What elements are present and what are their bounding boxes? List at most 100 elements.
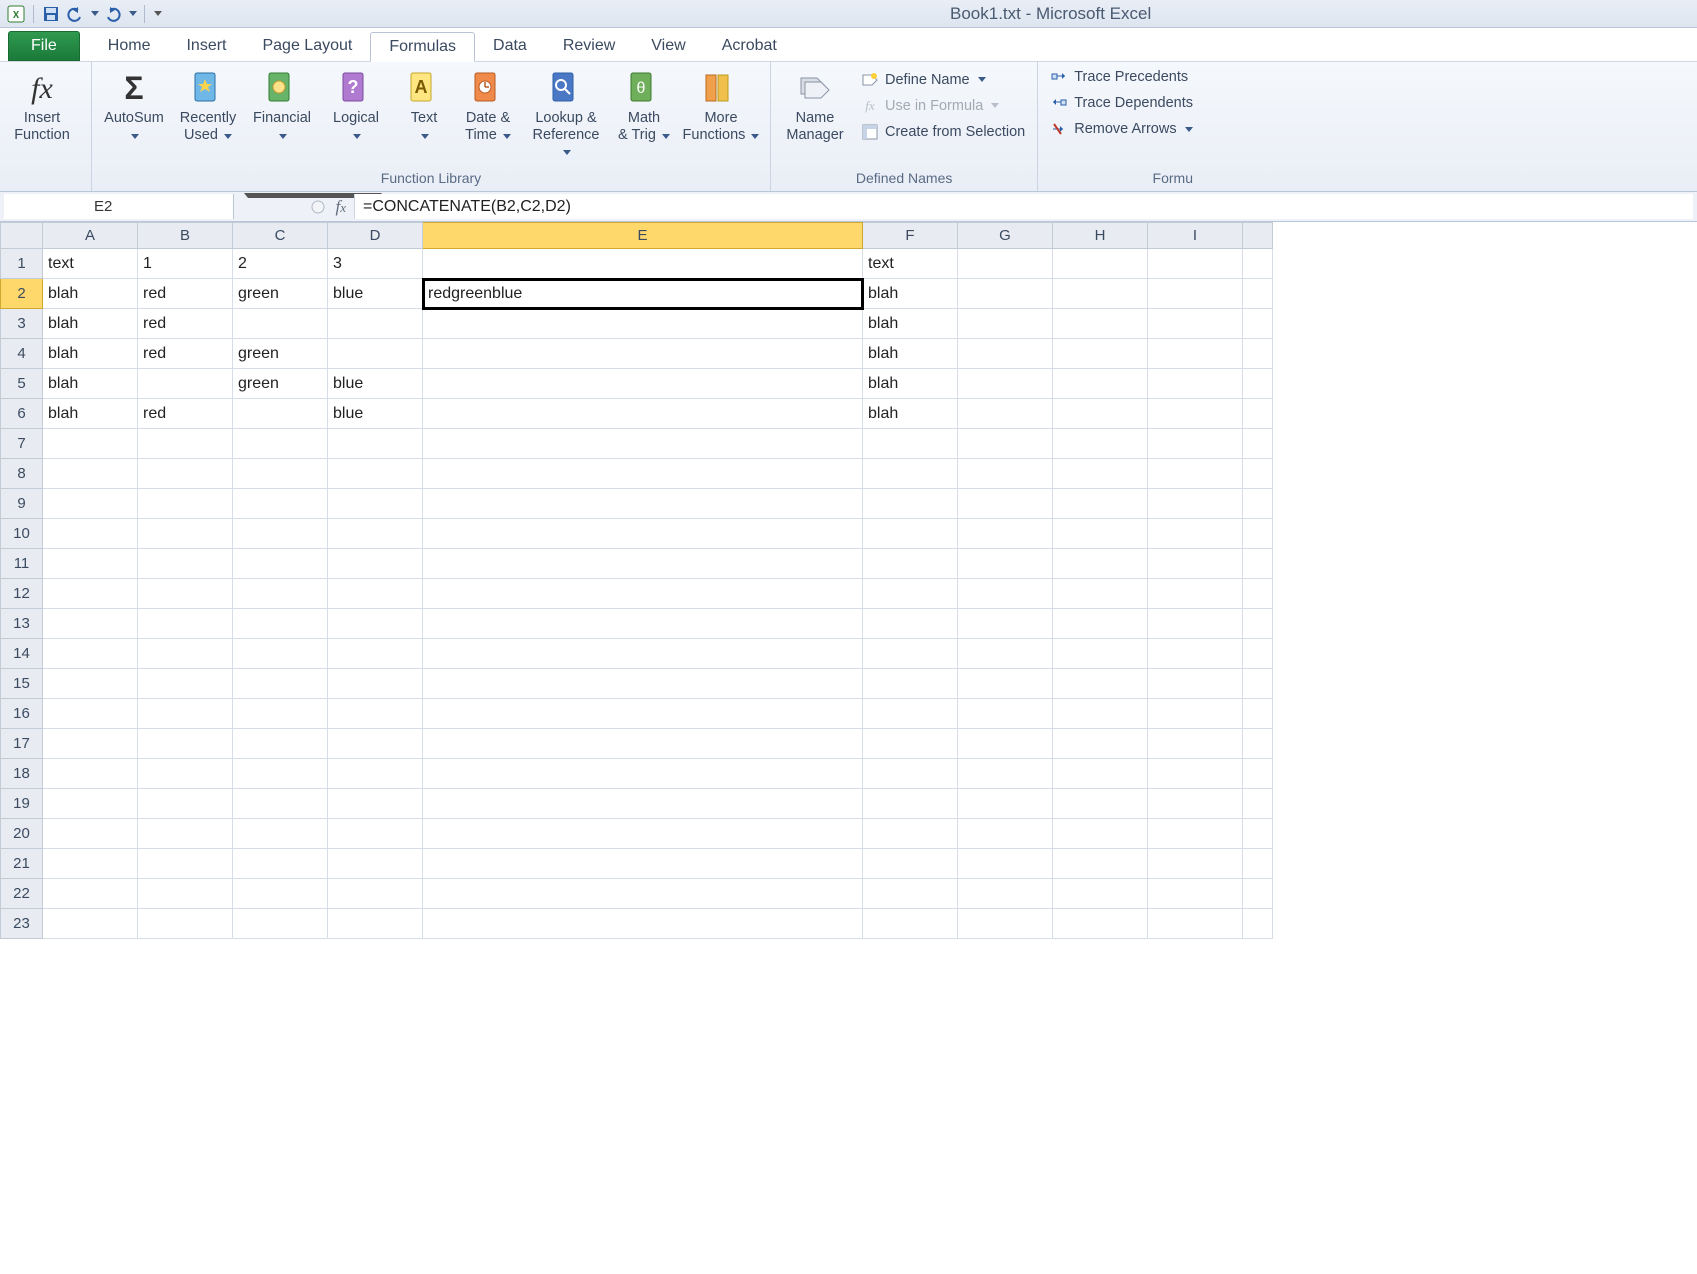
cell[interactable] xyxy=(958,459,1053,489)
cell[interactable] xyxy=(1148,819,1243,849)
math-trig-button[interactable]: θ Math & Trig xyxy=(614,66,674,145)
cell[interactable]: green xyxy=(233,369,328,399)
cell[interactable] xyxy=(423,729,863,759)
cell[interactable] xyxy=(138,699,233,729)
cell[interactable] xyxy=(233,609,328,639)
more-functions-button[interactable]: More Functions xyxy=(680,66,762,145)
cell[interactable] xyxy=(958,369,1053,399)
cell[interactable]: red xyxy=(138,279,233,309)
cell[interactable] xyxy=(1053,879,1148,909)
column-header[interactable]: B xyxy=(138,223,233,249)
cell[interactable] xyxy=(1148,489,1243,519)
cell[interactable] xyxy=(423,699,863,729)
cell[interactable] xyxy=(233,699,328,729)
cell[interactable] xyxy=(1053,459,1148,489)
cell[interactable] xyxy=(43,849,138,879)
cell[interactable] xyxy=(43,789,138,819)
cell[interactable] xyxy=(138,759,233,789)
cell[interactable] xyxy=(1053,789,1148,819)
tab-insert[interactable]: Insert xyxy=(168,31,244,61)
cell[interactable]: blah xyxy=(43,309,138,339)
cell[interactable]: blue xyxy=(328,369,423,399)
cell[interactable] xyxy=(43,819,138,849)
cell[interactable] xyxy=(1053,489,1148,519)
cell[interactable] xyxy=(958,819,1053,849)
cell[interactable] xyxy=(328,309,423,339)
recently-used-button[interactable]: Recently Used xyxy=(174,66,242,145)
tab-formulas[interactable]: Formulas xyxy=(370,32,475,62)
cell[interactable] xyxy=(328,339,423,369)
cell[interactable] xyxy=(863,429,958,459)
cell[interactable] xyxy=(1243,549,1273,579)
cell[interactable] xyxy=(423,429,863,459)
cell[interactable] xyxy=(1148,429,1243,459)
cell[interactable] xyxy=(138,369,233,399)
formula-circle-icon[interactable] xyxy=(309,198,327,216)
cell[interactable] xyxy=(863,759,958,789)
cell[interactable] xyxy=(958,339,1053,369)
cell[interactable] xyxy=(1053,639,1148,669)
cell[interactable] xyxy=(1148,609,1243,639)
cell[interactable] xyxy=(863,579,958,609)
cell[interactable] xyxy=(138,819,233,849)
cell[interactable]: blah xyxy=(43,279,138,309)
cell[interactable] xyxy=(138,609,233,639)
cell[interactable] xyxy=(328,909,423,939)
cell[interactable] xyxy=(233,579,328,609)
row-header[interactable]: 21 xyxy=(1,849,43,879)
cell[interactable]: red xyxy=(138,339,233,369)
cell[interactable] xyxy=(1243,789,1273,819)
cell[interactable] xyxy=(958,789,1053,819)
cell[interactable] xyxy=(1243,579,1273,609)
cell[interactable] xyxy=(233,309,328,339)
row-header[interactable]: 16 xyxy=(1,699,43,729)
row-header[interactable]: 19 xyxy=(1,789,43,819)
cell[interactable] xyxy=(1243,699,1273,729)
cell[interactable] xyxy=(958,279,1053,309)
cell[interactable] xyxy=(423,609,863,639)
cell[interactable] xyxy=(138,879,233,909)
cell[interactable] xyxy=(1148,399,1243,429)
trace-dependents-button[interactable]: Trace Dependents xyxy=(1046,92,1197,114)
cell[interactable] xyxy=(1148,279,1243,309)
cell[interactable]: blue xyxy=(328,399,423,429)
cell[interactable] xyxy=(958,309,1053,339)
cell[interactable] xyxy=(958,669,1053,699)
cell[interactable] xyxy=(233,729,328,759)
cell[interactable] xyxy=(1148,249,1243,279)
autosum-button[interactable]: Σ AutoSum xyxy=(100,66,168,145)
cell[interactable] xyxy=(328,489,423,519)
column-header[interactable]: I xyxy=(1148,223,1243,249)
lookup-reference-button[interactable]: Lookup & Reference xyxy=(524,66,608,162)
cell[interactable] xyxy=(958,249,1053,279)
cell[interactable] xyxy=(328,429,423,459)
cell[interactable] xyxy=(138,669,233,699)
cell[interactable] xyxy=(328,519,423,549)
cell[interactable] xyxy=(233,639,328,669)
cell[interactable] xyxy=(1053,579,1148,609)
cell[interactable] xyxy=(1243,729,1273,759)
row-header[interactable]: 5 xyxy=(1,369,43,399)
cell[interactable] xyxy=(1053,399,1148,429)
cell[interactable] xyxy=(423,759,863,789)
cell[interactable]: text xyxy=(863,249,958,279)
row-header[interactable]: 8 xyxy=(1,459,43,489)
cell[interactable] xyxy=(1053,729,1148,759)
cell[interactable]: text xyxy=(43,249,138,279)
cell[interactable] xyxy=(233,549,328,579)
cell[interactable] xyxy=(863,609,958,639)
cell[interactable] xyxy=(958,759,1053,789)
cell[interactable] xyxy=(863,849,958,879)
cell[interactable]: blah xyxy=(863,339,958,369)
cell[interactable] xyxy=(1148,879,1243,909)
cell[interactable] xyxy=(1243,519,1273,549)
cell[interactable] xyxy=(863,819,958,849)
cell[interactable] xyxy=(958,609,1053,639)
cell[interactable]: blah xyxy=(863,399,958,429)
cell[interactable] xyxy=(328,729,423,759)
cell[interactable] xyxy=(423,309,863,339)
column-header[interactable]: H xyxy=(1053,223,1148,249)
column-header[interactable]: F xyxy=(863,223,958,249)
cell[interactable] xyxy=(43,489,138,519)
tab-home[interactable]: Home xyxy=(90,31,169,61)
